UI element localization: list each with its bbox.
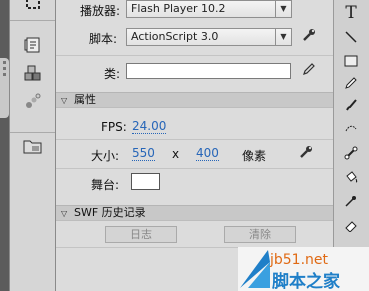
- library-icon[interactable]: [10, 36, 55, 58]
- left-panel-icons: [9, 0, 56, 291]
- dock-collapse-grip[interactable]: [0, 58, 9, 118]
- stage-color-swatch[interactable]: [131, 173, 160, 190]
- line-tool-icon[interactable]: [334, 30, 368, 48]
- wrench-icon[interactable]: [302, 28, 316, 46]
- log-button[interactable]: 日志: [105, 226, 177, 243]
- fps-value[interactable]: 24.00: [132, 120, 167, 134]
- clear-button[interactable]: 清除: [224, 226, 296, 243]
- class-row: 类:: [56, 60, 333, 84]
- wrench-icon[interactable]: [299, 145, 313, 163]
- project-icon[interactable]: [10, 138, 55, 158]
- divider: [56, 139, 333, 140]
- width-value[interactable]: 550: [132, 147, 155, 161]
- paint-bucket-icon[interactable]: [334, 170, 368, 188]
- size-label: 大小:: [91, 149, 120, 163]
- section-swf-history-title: SWF 历史记录: [74, 206, 146, 219]
- script-value: ActionScript 3.0: [131, 30, 219, 43]
- stage-label: 舞台:: [91, 178, 120, 192]
- motion-presets-icon[interactable]: [10, 92, 55, 114]
- player-label: 播放器:: [80, 4, 121, 18]
- chevron-down-icon: ▼: [275, 1, 291, 17]
- class-input[interactable]: [126, 63, 291, 79]
- text-tool-icon[interactable]: T: [334, 3, 368, 23]
- size-unit-label: 像素: [242, 149, 267, 163]
- script-row: 脚本: ActionScript 3.0 ▼: [56, 25, 333, 49]
- eyedropper-icon[interactable]: [334, 194, 368, 212]
- stage-row: 舞台:: [56, 170, 333, 194]
- eraser-tool-icon[interactable]: [334, 218, 368, 236]
- brush-tool-icon[interactable]: [334, 98, 368, 116]
- script-label: 脚本:: [89, 32, 118, 46]
- chevron-down-icon: ▼: [275, 29, 291, 45]
- divider: [56, 55, 333, 56]
- section-swf-history-header[interactable]: ▽ SWF 历史记录: [56, 205, 333, 221]
- expand-triangle-icon: ▽: [61, 209, 68, 218]
- transform-icon[interactable]: [10, 0, 55, 14]
- watermark-site-name: 脚本之家: [272, 272, 340, 291]
- player-value: Flash Player 10.2: [131, 2, 226, 15]
- expand-triangle-icon: ▽: [61, 96, 68, 105]
- left-divider: [10, 20, 55, 21]
- pencil-icon[interactable]: [302, 62, 316, 80]
- rectangle-tool-icon[interactable]: [334, 53, 368, 71]
- pencil-tool-icon[interactable]: [334, 76, 368, 94]
- size-x-label: x: [172, 147, 180, 161]
- section-properties-header[interactable]: ▽ 属性: [56, 92, 333, 108]
- left-divider-2: [10, 132, 55, 133]
- script-dropdown[interactable]: ActionScript 3.0 ▼: [126, 28, 292, 46]
- fps-row: FPS: 24.00: [56, 114, 333, 138]
- bone-tool-icon[interactable]: [334, 146, 368, 164]
- watermark-url: jb51.net: [270, 252, 329, 268]
- watermark-logo-icon: [240, 250, 270, 288]
- components-icon[interactable]: [10, 64, 55, 86]
- deco-tool-icon[interactable]: [334, 121, 368, 139]
- fps-label: FPS:: [101, 120, 127, 134]
- height-value[interactable]: 400: [196, 147, 219, 161]
- player-dropdown[interactable]: Flash Player 10.2 ▼: [126, 0, 292, 18]
- player-row: 播放器: Flash Player 10.2 ▼: [56, 0, 333, 20]
- section-properties-title: 属性: [74, 93, 96, 106]
- divider: [56, 168, 333, 169]
- class-label: 类:: [104, 67, 121, 81]
- size-row: 大小: 550 x 400 像素: [56, 142, 333, 166]
